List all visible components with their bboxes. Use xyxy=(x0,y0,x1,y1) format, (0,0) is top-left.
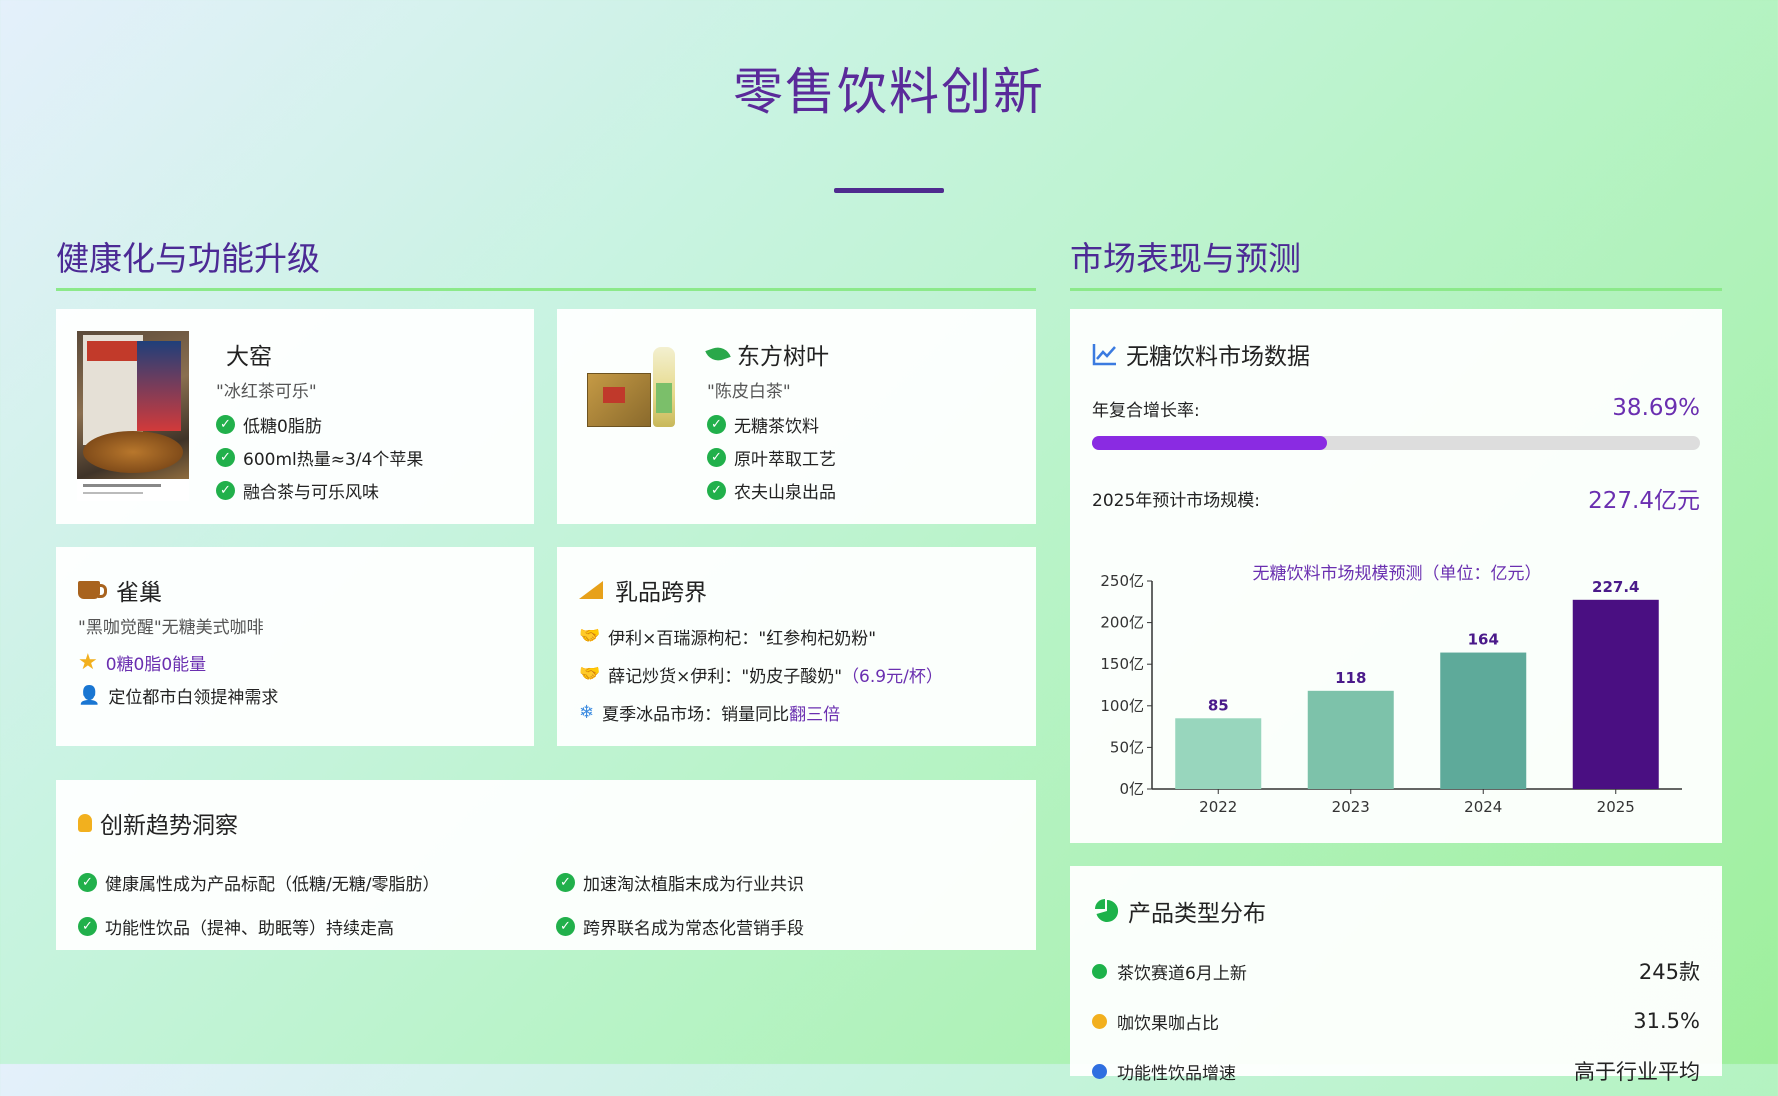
chart-title: 无糖饮料市场规模预测（单位：亿元） xyxy=(1253,564,1542,584)
dairy-item: ❄ 夏季冰品市场：销量同比 翻三倍 xyxy=(579,701,841,725)
nestle-highlight: 0糖0脂0能量 xyxy=(105,655,207,675)
y-tick-label: 0亿 xyxy=(1119,780,1144,798)
distribution-item: 茶饮赛道6月上新 245款 xyxy=(1092,946,1700,996)
nestle-position: 定位都市白领提神需求 xyxy=(108,688,279,708)
check-icon: ✓ xyxy=(216,448,235,467)
section-heading-market: 市场表现与预测 xyxy=(1070,232,1722,291)
section-heading-health: 健康化与功能升级 xyxy=(56,232,1036,291)
x-tick-label: 2025 xyxy=(1597,798,1635,816)
trend-item: ✓ 跨界联名成为常态化营销手段 xyxy=(556,904,1016,948)
dairy-name: 乳品跨界 xyxy=(615,580,707,606)
title-divider xyxy=(834,188,944,193)
lightbulb-icon xyxy=(78,814,92,832)
dayao-name: 大窑 xyxy=(226,344,272,370)
check-icon: ✓ xyxy=(78,872,97,892)
status-dot xyxy=(1092,1013,1107,1029)
check-icon: ✓ xyxy=(216,481,235,500)
dayao-product-image xyxy=(77,331,189,501)
dongfang-product: "陈皮白茶" xyxy=(707,382,791,402)
handshake-icon: 🤝 xyxy=(579,664,601,684)
dairy-item: 🤝 薛记炒货×伊利："奶皮子酸奶" （6.9元/杯） xyxy=(579,664,943,687)
trend-item: ✓ 功能性饮品（提神、助眠等）持续走高 xyxy=(78,904,538,948)
distribution-item: 咖饮果咖占比 31.5% xyxy=(1092,996,1700,1046)
dongfang-product-image xyxy=(587,347,682,431)
check-icon: ✓ xyxy=(556,872,575,892)
bar-value-label: 118 xyxy=(1335,669,1366,687)
check-icon: ✓ xyxy=(78,916,97,936)
handshake-icon: 🤝 xyxy=(579,626,601,646)
check-icon: ✓ xyxy=(707,481,726,500)
leaf-icon xyxy=(705,343,731,365)
page-title: 零售饮料创新 xyxy=(733,63,1045,121)
dongfang-name: 东方树叶 xyxy=(737,344,829,370)
dairy-item: 🤝 伊利×百瑞源枸杞："红参枸杞奶粉" xyxy=(579,626,877,649)
bar-value-label: 164 xyxy=(1468,631,1499,649)
pie-chart-icon xyxy=(1095,899,1119,922)
y-tick-label: 200亿 xyxy=(1100,614,1144,632)
market-bar-chart: 无糖饮料市场规模预测（单位：亿元） 0亿 50亿 100亿 150亿 200亿 250亿 85… xyxy=(1100,564,1682,816)
trend-item: ✓ 加速淘汰植脂末成为行业共识 xyxy=(556,860,1016,904)
distribution-title: 产品类型分布 xyxy=(1128,901,1266,927)
dongfang-feature: ✓ 无糖茶饮料 xyxy=(707,408,836,441)
bar xyxy=(1175,718,1262,789)
cagr-progress-fill xyxy=(1092,436,1328,450)
status-dot xyxy=(1092,963,1107,979)
trends-title: 创新趋势洞察 xyxy=(100,813,238,839)
size-label: 2025年预计市场规模: xyxy=(1092,490,1260,511)
card-trends: 创新趋势洞察 ✓ 健康属性成为产品标配（低糖/无糖/零脂肪） ✓ 功能性饮品（提神、… xyxy=(56,780,1036,950)
card-dongfang: 东方树叶 "陈皮白茶" ✓ 无糖茶饮料 ✓ 原叶萃取工艺 ✓ 农夫山泉出品 xyxy=(557,309,1036,524)
dongfang-feature: ✓ 原叶萃取工艺 xyxy=(707,441,836,474)
dayao-feature: ✓ 600ml热量≈3/4个苹果 xyxy=(216,441,423,474)
dayao-feature: ✓ 融合茶与可乐风味 xyxy=(216,474,423,507)
market-title: 无糖饮料市场数据 xyxy=(1126,344,1310,370)
y-tick-label: 150亿 xyxy=(1100,655,1144,673)
cheese-icon xyxy=(579,581,603,599)
y-tick-label: 100亿 xyxy=(1100,697,1144,715)
card-dairy: 乳品跨界 🤝 伊利×百瑞源枸杞："红参枸杞奶粉" 🤝 薛记炒货×伊利："奶皮子酸… xyxy=(557,547,1036,746)
y-tick-label: 250亿 xyxy=(1100,572,1144,590)
card-distribution: 产品类型分布 茶饮赛道6月上新 245款 咖饮果咖占比 31.5% 功能性饮品增… xyxy=(1070,866,1722,1084)
coffee-cup-icon xyxy=(78,581,107,599)
check-icon: ✓ xyxy=(216,415,235,434)
check-icon: ✓ xyxy=(707,448,726,467)
user-icon: 👤 xyxy=(78,685,101,706)
line-chart-icon xyxy=(1092,344,1116,366)
x-tick-label: 2024 xyxy=(1464,798,1502,816)
status-dot xyxy=(1092,1063,1107,1079)
x-tick-label: 2022 xyxy=(1199,798,1237,816)
bar xyxy=(1572,599,1659,789)
dayao-feature: ✓ 低糖0脂肪 xyxy=(216,408,423,441)
card-nestle: 雀巢 "黑咖觉醒"无糖美式咖啡 ★ 0糖0脂0能量 👤 定位都市白领提神需求 xyxy=(56,547,534,746)
nestle-name: 雀巢 xyxy=(116,580,162,606)
cagr-label: 年复合增长率: xyxy=(1092,400,1200,421)
nestle-product: "黑咖觉醒"无糖美式咖啡 xyxy=(78,618,264,638)
trend-item: ✓ 健康属性成为产品标配（低糖/无糖/零脂肪） xyxy=(78,860,538,904)
bar xyxy=(1307,690,1394,789)
snowflake-icon: ❄ xyxy=(579,701,595,723)
size-value: 227.4亿元 xyxy=(1588,488,1700,514)
bar-value-label: 227.4 xyxy=(1592,578,1639,596)
y-tick-label: 50亿 xyxy=(1110,738,1144,756)
check-icon: ✓ xyxy=(556,916,575,936)
card-market: 无糖饮料市场数据 年复合增长率: 38.69% 2025年预计市场规模: 227… xyxy=(1070,309,1722,843)
check-icon: ✓ xyxy=(707,415,726,434)
bar-value-label: 85 xyxy=(1208,696,1229,714)
card-dayao: 大窑 "冰红茶可乐" ✓ 低糖0脂肪 ✓ 600ml热量≈3/4个苹果 ✓ 融合茶与可… xyxy=(56,309,534,524)
bar xyxy=(1440,652,1527,789)
dongfang-feature: ✓ 农夫山泉出品 xyxy=(707,474,836,507)
cagr-progress-track xyxy=(1092,436,1700,450)
dayao-product: "冰红茶可乐" xyxy=(216,382,317,402)
star-icon: ★ xyxy=(78,650,98,675)
distribution-item: 功能性饮品增速 高于行业平均 xyxy=(1092,1046,1700,1096)
x-tick-label: 2023 xyxy=(1332,798,1370,816)
cagr-value: 38.69% xyxy=(1612,395,1700,421)
